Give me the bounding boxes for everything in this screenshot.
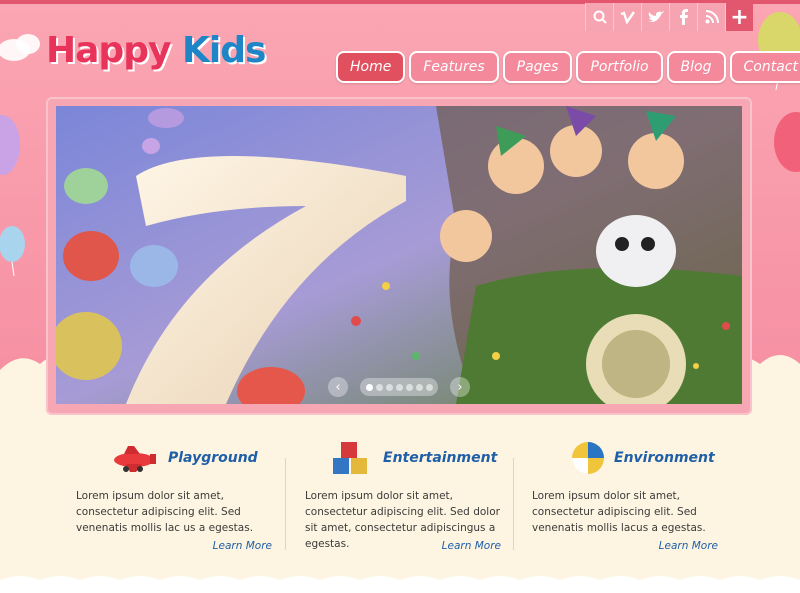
nav-features[interactable]: Features bbox=[409, 51, 499, 83]
twitter-link[interactable] bbox=[641, 3, 669, 31]
cloud-icon bbox=[0, 34, 40, 61]
facebook-icon bbox=[679, 9, 688, 25]
learn-more-link[interactable]: Learn More bbox=[659, 540, 718, 552]
slider-next-button[interactable]: › bbox=[450, 377, 470, 397]
footer-scallop bbox=[0, 576, 800, 593]
learn-more-link[interactable]: Learn More bbox=[442, 540, 501, 552]
search-icon bbox=[593, 10, 607, 24]
balloon-red-icon bbox=[774, 112, 800, 172]
nav-portfolio[interactable]: Portfolio bbox=[576, 51, 663, 83]
learn-more-link[interactable]: Learn More bbox=[213, 540, 272, 552]
feature-environment: Environment Lorem ipsum dolor sit amet, … bbox=[532, 438, 742, 552]
slider-dot[interactable] bbox=[425, 383, 433, 391]
search-button[interactable] bbox=[585, 3, 613, 31]
slider-dot[interactable] bbox=[385, 383, 393, 391]
feature-title: Environment bbox=[614, 450, 715, 466]
vimeo-icon bbox=[620, 11, 635, 24]
slider-pagination bbox=[360, 378, 438, 396]
slider-controls: ‹ › bbox=[328, 377, 470, 397]
rss-link[interactable] bbox=[697, 3, 725, 31]
slider-dot[interactable] bbox=[375, 383, 383, 391]
logo-word-kids: Kids bbox=[181, 30, 266, 71]
slider-dot[interactable] bbox=[405, 383, 413, 391]
feature-divider bbox=[285, 458, 286, 550]
rss-icon bbox=[705, 10, 719, 24]
balloon-purple-icon bbox=[0, 115, 20, 175]
feature-title: Entertainment bbox=[383, 450, 498, 466]
nav-pages[interactable]: Pages bbox=[502, 51, 573, 83]
airplane-icon bbox=[114, 446, 156, 472]
facebook-link[interactable] bbox=[669, 3, 697, 31]
balloon-blue-icon bbox=[0, 226, 25, 276]
feature-entertainment: Entertainment Lorem ipsum dolor sit amet… bbox=[305, 438, 515, 552]
nav-home[interactable]: Home bbox=[336, 51, 406, 83]
globe-ball-icon bbox=[572, 442, 604, 474]
toy-blocks-icon bbox=[333, 442, 367, 474]
nav-blog[interactable]: Blog bbox=[666, 51, 726, 83]
main-nav: Home Features Pages Portfolio Blog Conta… bbox=[336, 51, 800, 83]
site-logo[interactable]: Happy Kids bbox=[46, 30, 266, 71]
slider-dot[interactable] bbox=[395, 383, 403, 391]
feature-text: Lorem ipsum dolor sit amet, consectetur … bbox=[532, 490, 706, 534]
feature-text: Lorem ipsum dolor sit amet, consectetur … bbox=[76, 490, 254, 534]
feature-divider bbox=[513, 458, 514, 550]
slider-dot[interactable] bbox=[415, 383, 423, 391]
plus-icon: + bbox=[730, 4, 749, 30]
slider-dot[interactable] bbox=[365, 383, 373, 391]
plus-button[interactable]: + bbox=[725, 3, 753, 31]
vimeo-link[interactable] bbox=[613, 3, 641, 31]
slider-image[interactable] bbox=[56, 106, 742, 404]
slider-prev-button[interactable]: ‹ bbox=[328, 377, 348, 397]
twitter-icon bbox=[647, 11, 664, 22]
social-bar: + bbox=[585, 3, 753, 31]
feature-playground: Playground Lorem ipsum dolor sit amet, c… bbox=[76, 438, 286, 552]
feature-title: Playground bbox=[168, 450, 258, 466]
nav-contact[interactable]: Contact bbox=[729, 51, 800, 83]
logo-word-happy: Happy bbox=[46, 30, 171, 71]
